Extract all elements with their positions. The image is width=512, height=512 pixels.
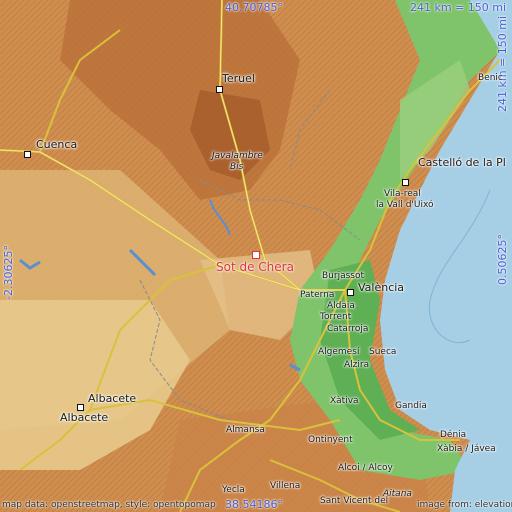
place-burjassot: Burjassot (322, 271, 365, 281)
place-villena: Villena (270, 481, 301, 491)
coord-bottom-label: 38.54186° (225, 498, 283, 511)
place-aldaia: Aldaia (327, 301, 355, 311)
place-albacete-2: Albacete (60, 411, 109, 424)
place-catarroja: Catarroja (327, 324, 369, 334)
place-almansa: Almansa (226, 425, 265, 435)
place-cuenca: Cuenca (36, 138, 78, 151)
place-castello: Castelló de la Pl (418, 156, 506, 169)
place-gandia: Gandia (395, 401, 427, 411)
place-denia: Dénia (440, 430, 467, 440)
place-albacete-1: Albacete (88, 392, 137, 405)
place-alzira: Alzira (344, 360, 370, 370)
place-sueca: Sueca (369, 347, 397, 357)
place-algemesi: Algemesí (318, 347, 360, 357)
teruel-marker (216, 86, 223, 93)
place-ontinyent: Ontinyent (308, 435, 353, 445)
coord-left-label: -2.30625° (2, 245, 15, 300)
place-yecla: Yecla (222, 485, 245, 495)
image-credit: image from: elevation.city (417, 500, 512, 510)
place-torrent: Torrent (320, 312, 352, 322)
cuenca-marker (24, 151, 31, 158)
place-xativa: Xàtiva (330, 396, 359, 406)
place-paterna: Paterna (300, 290, 335, 300)
castello-marker (402, 179, 409, 186)
elevation-map[interactable]: 40.70785° 38.54186° -2.30625° 0.50625° 2… (0, 0, 512, 512)
place-valldoixo: la Vall d'Uixó (376, 200, 434, 210)
place-santvicent: Sant Vicent del (320, 496, 389, 506)
albacete-marker (77, 404, 84, 411)
place-benic: Benic (478, 73, 503, 83)
valencia-marker (347, 289, 354, 296)
sot-de-chera-label[interactable]: Sot de Chera (216, 261, 294, 273)
coord-right-label: 0.50625° (496, 234, 509, 285)
coord-top-label: 40.70785° (225, 1, 283, 14)
place-xabia: Xàbia / Jávea (437, 444, 496, 454)
place-valencia: València (358, 281, 405, 294)
sot-de-chera-marker[interactable] (252, 251, 260, 259)
place-javalambre: Javalambre (212, 151, 263, 161)
scale-vertical-label: 241 km = 150 mi (496, 15, 509, 112)
place-bis: Bis (230, 162, 244, 172)
scale-horizontal-label: 241 km = 150 mi (410, 1, 507, 14)
place-alcoi: Alcoi / Alcoy (338, 463, 393, 473)
map-attribution: map data: openstreetmap, style: opentopo… (2, 500, 216, 510)
place-teruel: Teruel (222, 72, 255, 85)
place-aitana: Aitana (383, 489, 412, 499)
place-vilareal: Vila-real (384, 189, 421, 199)
